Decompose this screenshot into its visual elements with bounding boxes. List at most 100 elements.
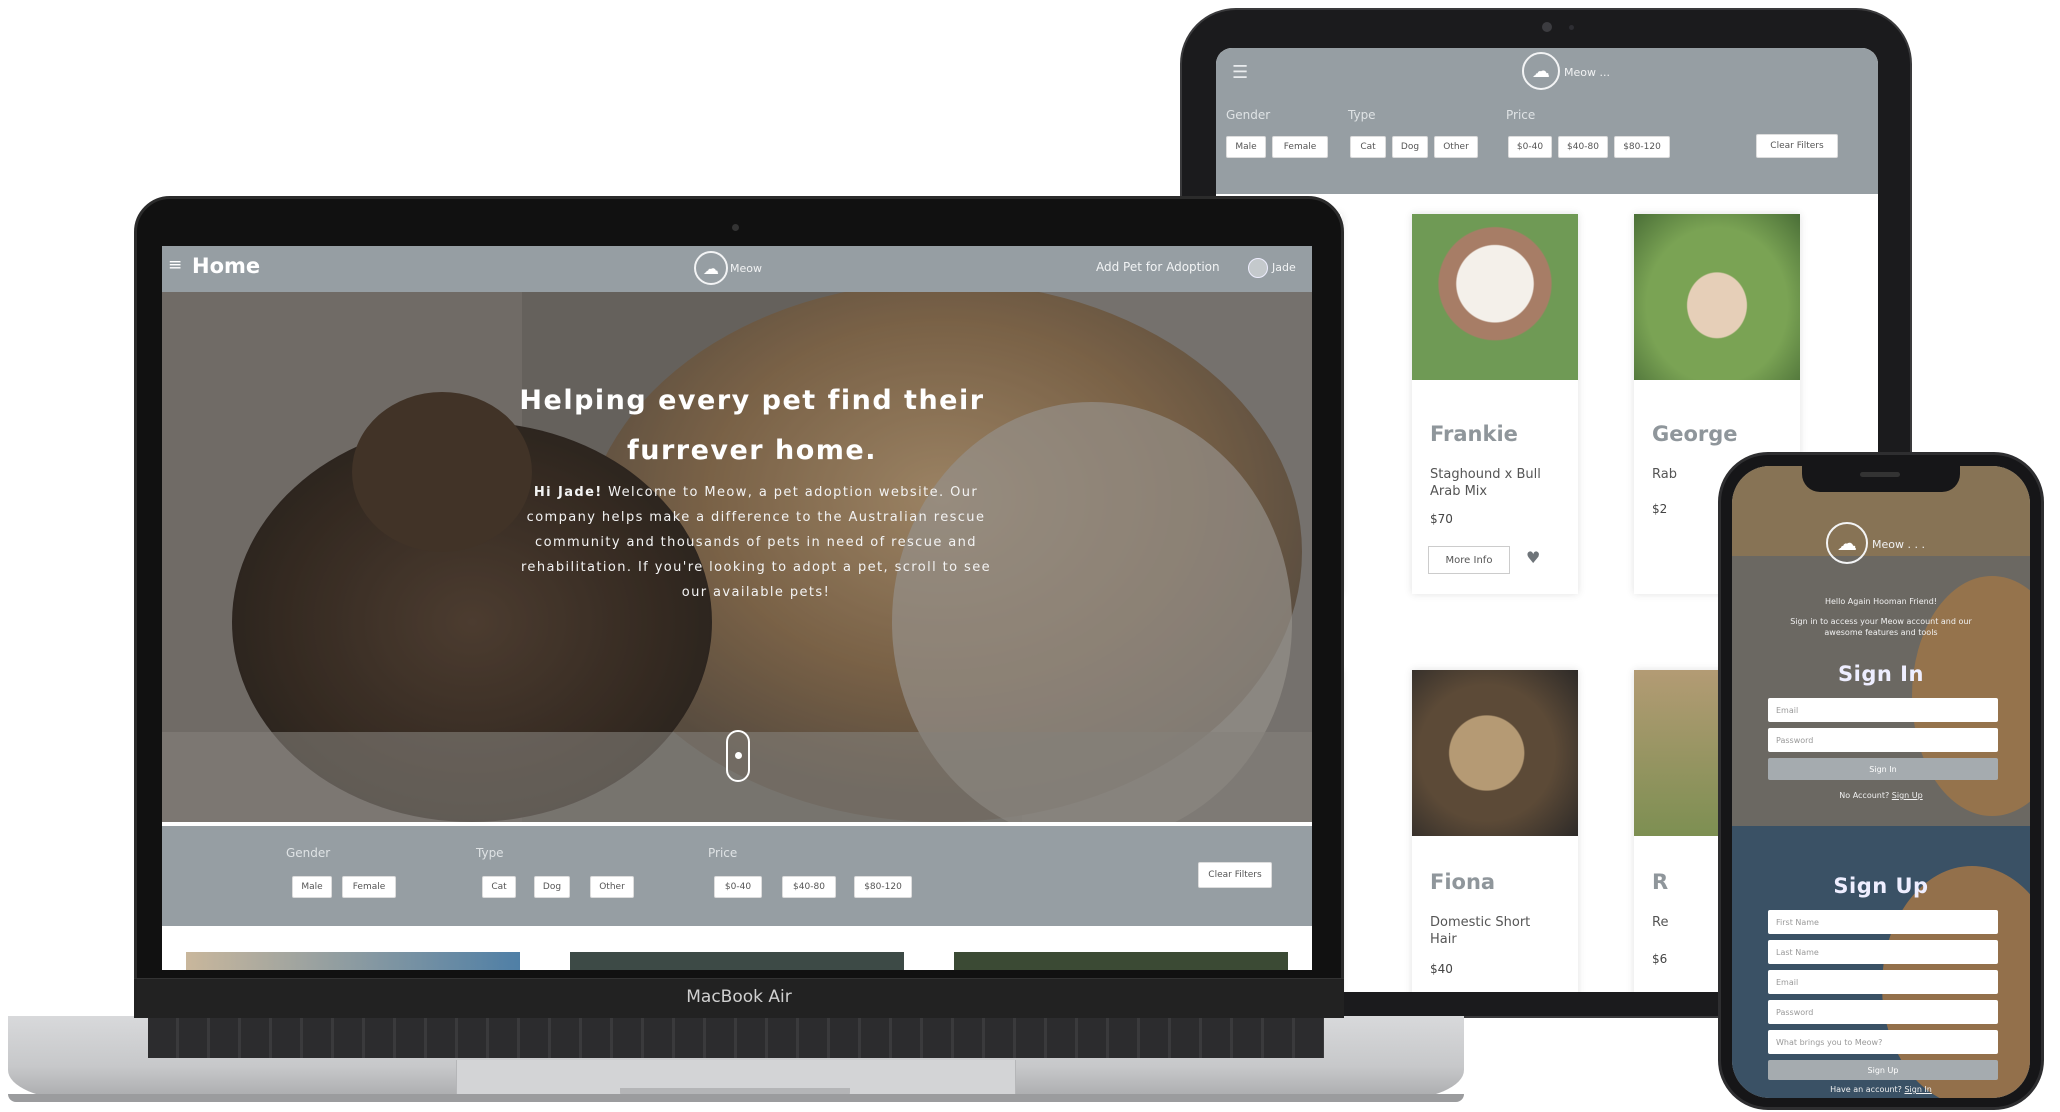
laptop-keyboard xyxy=(148,1018,1324,1058)
sign-in-button[interactable]: Sign In xyxy=(1768,758,1998,780)
sign-up-link[interactable]: Sign Up xyxy=(1892,791,1923,800)
sign-in-email-input[interactable]: Email xyxy=(1768,698,1998,722)
sign-in-password-input[interactable]: Password xyxy=(1768,728,1998,752)
pet-name: Fiona xyxy=(1430,870,1496,894)
pet-name-partial: R xyxy=(1652,870,1669,894)
pet-price: $2 xyxy=(1652,502,1668,516)
more-info-button[interactable]: More Info xyxy=(1428,546,1510,574)
filter-female-button[interactable]: Female xyxy=(342,876,396,898)
sign-up-footer: Have an account? Sign In xyxy=(1732,1084,2030,1095)
pet-name: George xyxy=(1652,422,1738,446)
laptop-base-edge xyxy=(8,1094,1464,1102)
device-mockup-stage: ☰ ☁ Meow ... Gender Type Price Male Fema… xyxy=(0,0,2060,1112)
filter-cat-button[interactable]: Cat xyxy=(482,876,516,898)
filter-price-0-40-button[interactable]: $0-40 xyxy=(714,876,762,898)
clear-filters-button[interactable]: Clear Filters xyxy=(1756,134,1838,158)
user-avatar[interactable] xyxy=(1248,258,1268,278)
sign-up-reason-select[interactable]: What brings you to Meow? xyxy=(1768,1030,1998,1054)
tablet-sensor xyxy=(1569,25,1574,30)
sign-up-button[interactable]: Sign Up xyxy=(1768,1060,1998,1080)
laptop-chin: MacBook Air xyxy=(134,978,1344,1018)
phone-screen: ☁ Meow . . . Hello Again Hooman Friend! … xyxy=(1732,466,2030,1098)
pet-price-partial: $6 xyxy=(1652,952,1668,966)
scroll-dot-icon xyxy=(735,752,742,759)
sign-up-last-name-input[interactable]: Last Name xyxy=(1768,940,1998,964)
hero-headline-line1: Helping every pet find their xyxy=(519,385,985,416)
pet-photo xyxy=(1412,214,1578,380)
pet-card-preview[interactable] xyxy=(954,952,1288,970)
sign-up-first-name-input[interactable]: First Name xyxy=(1768,910,1998,934)
pet-card[interactable]: Frankie Staghound x Bull Arab Mix $70 Mo… xyxy=(1412,214,1578,594)
filter-price-80-120-button[interactable]: $80-120 xyxy=(854,876,912,898)
gender-filter-label: Gender xyxy=(286,846,331,860)
have-account-text: Have an account? xyxy=(1830,1085,1902,1094)
sign-up-password-input[interactable]: Password xyxy=(1768,1000,1998,1024)
pet-breed-partial: Re xyxy=(1652,915,1669,930)
laptop-brand-label: MacBook Air xyxy=(686,987,792,1007)
hero-greeting: Hi Jade! xyxy=(533,485,603,500)
phone-greeting: Hello Again Hooman Friend! xyxy=(1824,597,1938,606)
type-filter-label: Type xyxy=(1348,108,1376,122)
pet-photo xyxy=(1412,670,1578,836)
filter-dog-button[interactable]: Dog xyxy=(534,876,570,898)
filter-price-0-40-button[interactable]: $0-40 xyxy=(1508,136,1552,158)
filter-price-40-80-button[interactable]: $40-80 xyxy=(782,876,836,898)
hero-headline: Helping every pet find their furrever ho… xyxy=(462,376,1042,476)
tablet-camera xyxy=(1542,22,1552,32)
laptop-navbar: ≡ Home ☁ Meow Add Pet for Adoption Jade xyxy=(162,246,1312,292)
pet-breed: Rab xyxy=(1652,467,1677,482)
no-account-text: No Account? xyxy=(1839,791,1890,800)
filter-price-80-120-button[interactable]: $80-120 xyxy=(1614,136,1670,158)
tablet-filter-bar: Gender Type Price Male Female Cat Dog Ot… xyxy=(1216,98,1878,194)
hamburger-menu-icon[interactable]: ☰ xyxy=(1232,62,1248,83)
clear-filters-button[interactable]: Clear Filters xyxy=(1198,862,1272,888)
sign-up-heading: Sign Up xyxy=(1833,874,1929,898)
phone-logo-text: Meow . . . xyxy=(1872,538,1925,551)
laptop-screen: ≡ Home ☁ Meow Add Pet for Adoption Jade xyxy=(162,246,1312,970)
cat-logo-icon[interactable]: ☁ xyxy=(1522,52,1560,90)
filter-female-button[interactable]: Female xyxy=(1272,136,1328,158)
hero-body: Welcome to Meow, a pet adoption website.… xyxy=(520,485,992,600)
gender-filter-label: Gender xyxy=(1226,108,1271,122)
hero-banner: Helping every pet find their furrever ho… xyxy=(162,292,1312,822)
pet-price: $40 xyxy=(1430,962,1453,976)
tablet-navbar: ☰ ☁ Meow ... xyxy=(1216,48,1878,98)
type-filter-label: Type xyxy=(476,846,504,860)
sign-up-email-input[interactable]: Email xyxy=(1768,970,1998,994)
laptop-filter-bar: Gender Type Price Male Female Cat Dog Ot… xyxy=(162,826,1312,926)
price-filter-label: Price xyxy=(1506,108,1536,122)
phone-speaker xyxy=(1860,472,1900,477)
cat-logo-icon[interactable]: ☁ xyxy=(1826,522,1868,564)
hamburger-menu-icon[interactable]: ≡ xyxy=(168,255,182,275)
pet-price: $70 xyxy=(1430,512,1453,526)
add-pet-link[interactable]: Add Pet for Adoption xyxy=(1096,260,1220,274)
phone-notch xyxy=(1802,466,1960,492)
pet-card-preview[interactable] xyxy=(570,952,904,970)
filter-price-40-80-button[interactable]: $40-80 xyxy=(1558,136,1608,158)
hero-description: Hi Jade! Welcome to Meow, a pet adoption… xyxy=(516,480,996,605)
hero-headline-line2: furrever home. xyxy=(626,435,877,466)
sign-in-link[interactable]: Sign In xyxy=(1904,1085,1931,1094)
filter-other-button[interactable]: Other xyxy=(590,876,634,898)
sign-in-footer: No Account? Sign Up xyxy=(1732,790,2030,801)
pet-name: Frankie xyxy=(1430,422,1518,446)
laptop-camera xyxy=(732,224,739,231)
phone-subtitle: Sign in to access your Meow account and … xyxy=(1790,617,1972,637)
pet-breed: Domestic Short Hair xyxy=(1430,915,1531,947)
tablet-logo-text: Meow ... xyxy=(1564,66,1610,79)
favorite-heart-icon[interactable]: ♥ xyxy=(1526,548,1540,567)
page-title: Home xyxy=(192,254,261,278)
pet-breed: Staghound x Bull Arab Mix xyxy=(1430,467,1541,499)
pet-card-preview[interactable] xyxy=(186,952,520,970)
pet-card[interactable]: Fiona Domestic Short Hair $40 xyxy=(1412,670,1578,992)
filter-male-button[interactable]: Male xyxy=(292,876,332,898)
cat-logo-icon[interactable]: ☁ xyxy=(694,251,728,285)
filter-dog-button[interactable]: Dog xyxy=(1392,136,1428,158)
price-filter-label: Price xyxy=(708,846,738,860)
filter-cat-button[interactable]: Cat xyxy=(1350,136,1386,158)
filter-male-button[interactable]: Male xyxy=(1226,136,1266,158)
scroll-down-indicator[interactable] xyxy=(726,730,750,782)
pet-photo xyxy=(1634,214,1800,380)
filter-other-button[interactable]: Other xyxy=(1434,136,1478,158)
user-name[interactable]: Jade xyxy=(1272,261,1296,274)
